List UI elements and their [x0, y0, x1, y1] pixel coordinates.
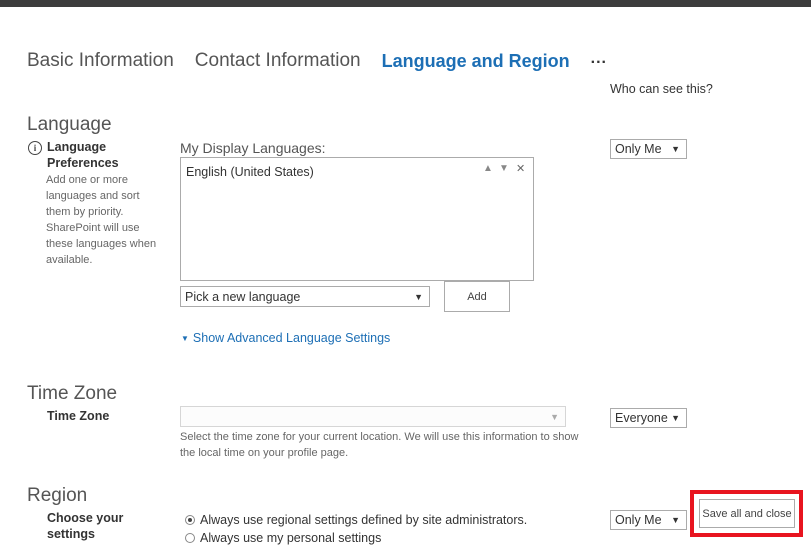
language-help-text: Add one or more languages and sort them … [46, 174, 157, 266]
who-can-see-header: Who can see this? [610, 82, 713, 96]
pick-language-value: Pick a new language [185, 289, 301, 304]
radio-button[interactable] [185, 533, 195, 543]
top-bar [0, 0, 811, 7]
info-icon: i [28, 141, 42, 155]
move-up-icon[interactable]: ▲ [483, 163, 493, 174]
time-zone-section-title: Time Zone [27, 383, 118, 404]
tab-basic-information[interactable]: Basic Information [27, 50, 174, 72]
chevron-down-icon: ▼ [671, 515, 680, 525]
choose-your-settings-label: Choose your settings [47, 511, 124, 541]
add-language-button[interactable]: Add [444, 281, 510, 312]
radio-button-checked[interactable] [185, 515, 195, 525]
radio-personal-settings[interactable]: Always use my personal settings [185, 531, 381, 545]
list-item[interactable]: English (United States) [186, 165, 314, 179]
show-advanced-language-settings-link[interactable]: ▼ Show Advanced Language Settings [181, 331, 390, 345]
display-languages-label: My Display Languages: [180, 140, 326, 156]
chevron-down-icon: ▼ [671, 413, 680, 423]
profile-tabs: Basic Information Contact Information La… [27, 48, 607, 74]
time-zone-privacy-select[interactable]: Everyone ▼ [610, 408, 687, 428]
region-section-title: Region [27, 485, 88, 506]
more-tabs-icon[interactable]: ... [591, 50, 607, 68]
pick-language-select[interactable]: Pick a new language ▼ [180, 286, 430, 307]
chevron-down-icon: ▼ [671, 144, 680, 154]
remove-icon[interactable]: ✕ [516, 162, 525, 175]
language-preferences-label: Language Preferences [47, 140, 119, 170]
time-zone-help-text: Select the time zone for your current lo… [180, 431, 579, 459]
language-privacy-select[interactable]: Only Me ▼ [610, 139, 687, 159]
time-zone-select[interactable]: ▼ [180, 406, 566, 427]
caret-down-icon: ▼ [181, 334, 189, 343]
display-languages-list: English (United States) ▲ ▼ ✕ [180, 157, 534, 281]
language-section-title: Language [27, 114, 112, 135]
tab-language-and-region[interactable]: Language and Region [382, 51, 570, 72]
chevron-down-icon: ▼ [414, 291, 423, 302]
radio-admin-settings[interactable]: Always use regional settings defined by … [185, 513, 527, 527]
save-all-and-close-button[interactable]: Save all and close [699, 499, 795, 528]
time-zone-label: Time Zone [47, 409, 110, 423]
tab-contact-information[interactable]: Contact Information [195, 50, 361, 72]
move-down-icon[interactable]: ▼ [499, 163, 509, 174]
region-privacy-select[interactable]: Only Me ▼ [610, 510, 687, 530]
chevron-down-icon: ▼ [550, 411, 559, 422]
